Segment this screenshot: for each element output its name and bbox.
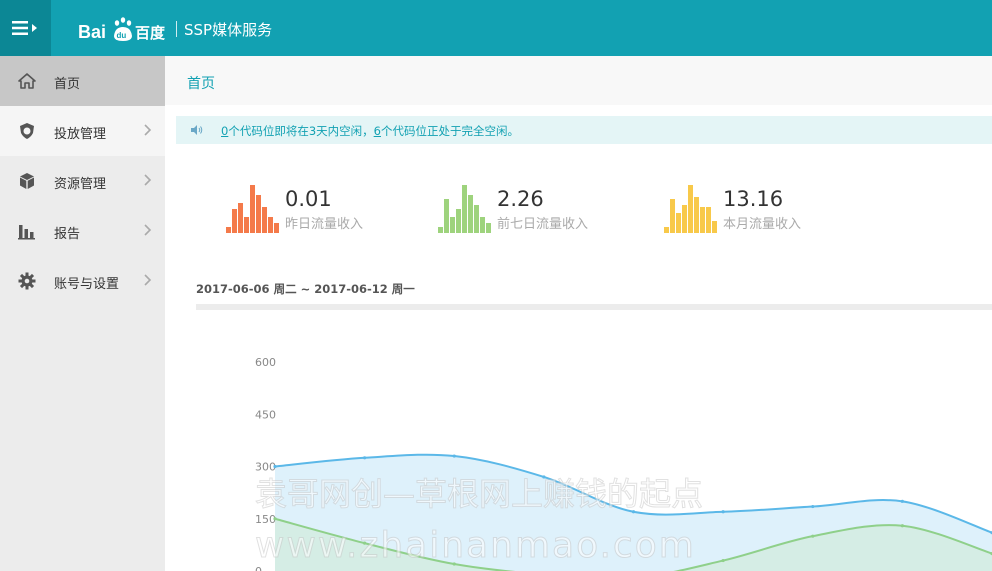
chevron-right-icon: [144, 274, 152, 286]
chevron-right-icon: [144, 224, 152, 236]
bars-icon: [226, 185, 279, 233]
data-point[interactable]: [900, 499, 904, 503]
bar-chart-icon: [17, 221, 37, 241]
gear-icon: [17, 271, 37, 291]
stat-value: 13.16: [723, 187, 784, 211]
sidebar-item-reports[interactable]: 报告: [0, 206, 165, 256]
chevron-right-icon: [144, 174, 152, 186]
data-point[interactable]: [811, 504, 815, 509]
chevron-right-icon: [144, 124, 152, 136]
y-tick-label: 600: [255, 356, 276, 369]
y-tick-label: 300: [255, 461, 276, 474]
sidebar-item-delivery[interactable]: 投放管理: [0, 106, 165, 156]
data-point[interactable]: [900, 524, 904, 528]
shield-icon: [17, 121, 37, 141]
data-point[interactable]: [721, 510, 725, 514]
y-tick-label: 450: [255, 408, 276, 421]
sidebar-item-label: 资源管理: [54, 177, 107, 192]
hamburger-icon: [11, 21, 37, 35]
menu-toggle-button[interactable]: [0, 0, 51, 56]
page-title: 首页: [187, 76, 215, 92]
y-tick-label: 150: [255, 513, 276, 526]
notice-text-part1: 个代码位即将在3天内空闲，: [228, 124, 374, 138]
data-point[interactable]: [721, 558, 725, 563]
svg-text:Bai: Bai: [78, 22, 106, 42]
stat-value: 0.01: [285, 187, 332, 211]
sidebar-item-account-settings[interactable]: 账号与设置: [0, 256, 165, 306]
sidebar-item-label: 报告: [54, 227, 81, 242]
brand-divider: [176, 21, 177, 37]
stat-label: 前七日流量收入: [497, 217, 589, 232]
idle-count-link[interactable]: 6: [374, 124, 381, 138]
notice-text-part2: 个代码位正处于完全空闲。: [380, 124, 519, 138]
revenue-area-chart: 6004503001500 袁哥网创—草根网上赚钱的起点 www.zhainan…: [255, 356, 992, 571]
watermark-line2: www.zhainanmao.com: [255, 525, 696, 566]
watermark-line1: 袁哥网创—草根网上赚钱的起点: [255, 475, 703, 513]
sidebar-item-label: 账号与设置: [54, 277, 120, 292]
date-range[interactable]: 2017-06-06 周二 ~ 2017-06-12 周一: [196, 281, 415, 297]
data-point[interactable]: [811, 534, 815, 538]
svg-text:du: du: [117, 31, 127, 40]
sidebar-item-label: 首页: [54, 77, 81, 92]
stat-label: 本月流量收入: [723, 217, 802, 232]
data-point[interactable]: [273, 464, 277, 469]
baidu-logo: Bai du 百度: [78, 14, 168, 44]
breadcrumb: 首页: [165, 56, 992, 105]
app-title: SSP媒体服务: [184, 20, 273, 39]
notice-bar: 0个代码位即将在3天内空闲，6个代码位正处于完全空闲。: [176, 116, 992, 144]
sidebar: 首页 投放管理 资源管理 报告 账号与设置: [0, 56, 165, 571]
top-bar: Bai du 百度 SSP媒体服务: [0, 0, 992, 56]
speaker-icon: [191, 125, 203, 135]
home-icon: [17, 71, 37, 91]
data-point[interactable]: [273, 517, 277, 521]
main-content: 0个代码位即将在3天内空闲，6个代码位正处于完全空闲。 0.01 昨日流量收入: [165, 105, 992, 571]
bars-icon: [438, 185, 491, 233]
stat-label: 昨日流量收入: [285, 217, 364, 232]
data-point[interactable]: [452, 454, 456, 458]
sidebar-item-home[interactable]: 首页: [0, 56, 165, 106]
date-range-divider: [196, 304, 992, 310]
data-point[interactable]: [363, 456, 367, 460]
cube-icon: [17, 171, 37, 191]
brand[interactable]: Bai du 百度 SSP媒体服务: [78, 12, 272, 46]
stat-value: 2.26: [497, 187, 544, 211]
bars-icon: [664, 185, 717, 233]
notice-text: 0个代码位即将在3天内空闲，6个代码位正处于完全空闲。: [221, 123, 519, 139]
sidebar-item-resources[interactable]: 资源管理: [0, 156, 165, 206]
svg-text:百度: 百度: [135, 24, 166, 42]
sidebar-item-label: 投放管理: [54, 127, 107, 142]
